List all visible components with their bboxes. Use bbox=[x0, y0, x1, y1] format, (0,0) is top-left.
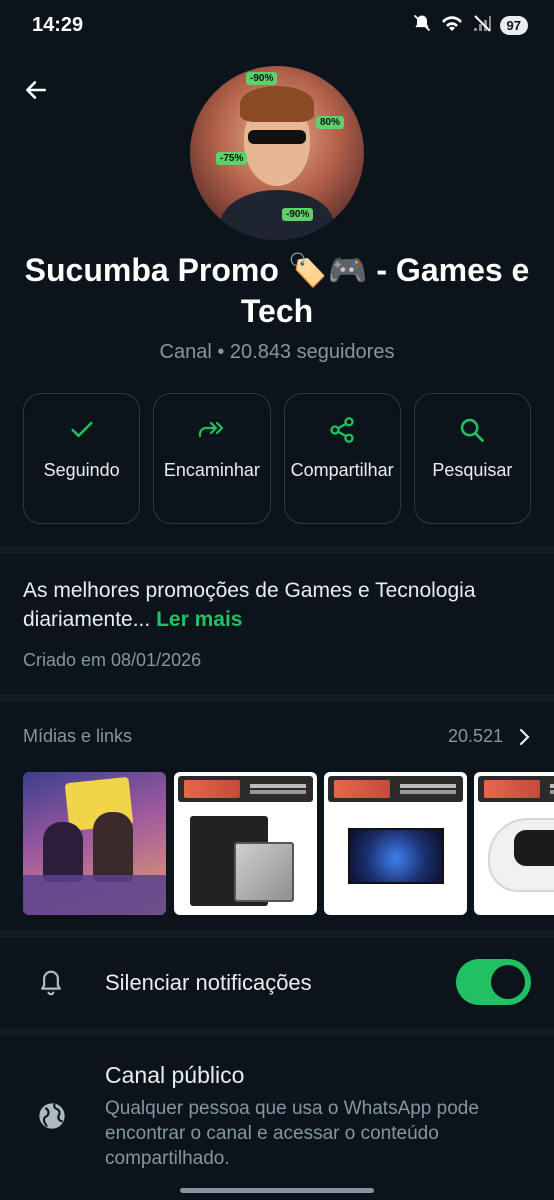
public-channel-row[interactable]: Canal público Qualquer pessoa que usa o … bbox=[0, 1060, 554, 1180]
mute-toggle[interactable] bbox=[456, 959, 531, 1005]
character-figure bbox=[93, 812, 133, 882]
media-links-header[interactable]: Mídias e links 20.521 bbox=[23, 726, 531, 747]
avatar-sunglasses bbox=[248, 130, 306, 144]
forward-icon bbox=[196, 416, 228, 444]
public-channel-title: Canal público bbox=[105, 1062, 245, 1088]
avatar-tag: -90% bbox=[246, 72, 278, 85]
mute-notifications-label: Silenciar notificações bbox=[105, 970, 312, 995]
section-divider bbox=[0, 694, 554, 702]
wifi-icon bbox=[440, 13, 464, 38]
section-divider bbox=[0, 930, 554, 938]
status-icons: 97 bbox=[412, 13, 528, 38]
signal-icon bbox=[472, 13, 492, 38]
toggle-knob bbox=[491, 965, 525, 999]
controller-touchpad bbox=[514, 830, 554, 866]
following-button[interactable]: Seguindo bbox=[23, 393, 141, 524]
search-label: Pesquisar bbox=[432, 460, 513, 480]
search-icon bbox=[458, 416, 486, 444]
share-icon bbox=[328, 416, 356, 444]
avatar-tag: -90% bbox=[282, 208, 314, 221]
share-button[interactable]: Compartilhar bbox=[283, 393, 401, 524]
section-divider bbox=[0, 546, 554, 554]
search-button[interactable]: Pesquisar bbox=[413, 393, 531, 524]
description-text: As melhores promoções de Games e Tecnolo… bbox=[23, 579, 476, 631]
section-divider bbox=[0, 1028, 554, 1036]
character-figure bbox=[43, 822, 83, 882]
chevron-right-icon bbox=[519, 728, 530, 745]
tv-image bbox=[348, 828, 444, 884]
mute-notifications-row[interactable]: Silenciar notificações bbox=[0, 948, 554, 1018]
status-time: 14:29 bbox=[32, 14, 84, 36]
media-count: 20.521 bbox=[447, 726, 503, 746]
media-thumbnail-gta[interactable] bbox=[23, 772, 166, 915]
action-buttons: Seguindo Encaminhar Compartilhar Pesquis… bbox=[23, 393, 531, 524]
media-thumbnail-tv[interactable] bbox=[324, 772, 467, 915]
media-thumbnails bbox=[23, 772, 554, 916]
media-thumbnail-amd-ryzen[interactable] bbox=[174, 772, 317, 915]
bell-icon bbox=[36, 968, 66, 1003]
arrow-left-icon bbox=[26, 81, 46, 99]
channel-name: Sucumba Promo 🏷️🎮 - Games e Tech bbox=[24, 252, 530, 329]
channel-avatar[interactable]: -90% 80% -75% -90% bbox=[190, 66, 364, 240]
cpu-chip-image bbox=[234, 842, 294, 902]
avatar-tag: 80% bbox=[316, 116, 345, 129]
share-label: Compartilhar bbox=[290, 460, 394, 480]
promo-banner bbox=[178, 776, 313, 802]
mute-status-icon bbox=[412, 13, 432, 38]
forward-label: Encaminhar bbox=[163, 460, 260, 480]
following-label: Seguindo bbox=[43, 460, 120, 480]
promo-banner bbox=[478, 776, 554, 802]
avatar-hair bbox=[240, 86, 314, 122]
promo-banner bbox=[328, 776, 463, 802]
back-button[interactable] bbox=[18, 72, 54, 108]
status-bar: 14:29 97 bbox=[0, 0, 554, 52]
created-date: Criado em 08/01/2026 bbox=[23, 650, 202, 670]
media-count-group: 20.521 bbox=[448, 726, 531, 747]
channel-subtitle: Canal • 20.843 seguidores bbox=[159, 341, 395, 363]
public-channel-description: Qualquer pessoa que usa o WhatsApp pode … bbox=[105, 1098, 479, 1169]
battery-indicator: 97 bbox=[499, 16, 528, 35]
avatar-suit bbox=[220, 190, 334, 240]
channel-description: As melhores promoções de Games e Tecnolo… bbox=[23, 576, 533, 634]
check-icon bbox=[68, 416, 96, 444]
media-links-title: Mídias e links bbox=[23, 726, 133, 746]
read-more-link[interactable]: Ler mais bbox=[156, 608, 242, 631]
media-thumbnail-controller[interactable] bbox=[474, 772, 554, 915]
forward-button[interactable]: Encaminhar bbox=[153, 393, 271, 524]
avatar-tag: -75% bbox=[216, 152, 248, 165]
promo-footer bbox=[23, 875, 166, 915]
globe-icon bbox=[36, 1100, 68, 1137]
home-indicator[interactable] bbox=[180, 1188, 374, 1193]
